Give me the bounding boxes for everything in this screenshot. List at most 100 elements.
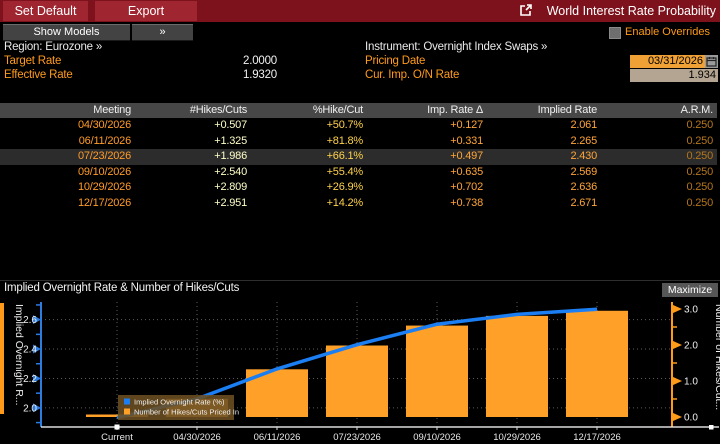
table-cell: 0.250	[686, 165, 713, 178]
effective-rate-value: 1.9320	[243, 69, 277, 81]
right-tick-label: 1.0	[684, 377, 698, 388]
x-tick-label: 04/30/2026	[173, 432, 221, 443]
bar-hikes-cuts	[486, 315, 548, 417]
instrument-selector[interactable]: Instrument: Overnight Index Swaps »	[365, 41, 547, 53]
table-cell: 09/10/2026	[77, 165, 131, 178]
legend-swatch-bar	[124, 408, 130, 415]
panel-divider	[0, 280, 720, 281]
column-header: Implied Rate	[537, 104, 598, 116]
wirp-screen: { "toolbar": { "set_default": "Set Defau…	[0, 0, 720, 444]
toolbar: Set Default Export World Interest Rate P…	[0, 0, 720, 22]
x-tick-label: 07/23/2026	[333, 432, 381, 443]
table-cell: +0.127	[450, 119, 483, 131]
table-cell: 2.430	[570, 150, 597, 162]
table-cell: +50.7%	[326, 119, 364, 131]
table-cell: 12/17/2026	[77, 196, 131, 209]
table-cell: 0.250	[686, 150, 713, 162]
table-cell: +2.809	[214, 181, 247, 193]
show-models-button[interactable]: Show Models	[3, 24, 130, 41]
table-cell: +0.497	[450, 150, 483, 162]
title-bar: World Interest Rate Probability	[519, 0, 716, 22]
table-cell: +0.507	[214, 119, 247, 131]
chart-title: Implied Overnight Rate & Number of Hikes…	[4, 282, 240, 294]
pricing-date-input[interactable]: 03/31/2026	[630, 55, 705, 68]
cur-imp-on-rate-label: Cur. Imp. O/N Rate	[365, 69, 460, 81]
x-tick-label: 09/10/2026	[413, 432, 461, 443]
pricing-date-label: Pricing Date	[365, 55, 426, 67]
right-tick-arrow	[672, 376, 682, 386]
page-title: World Interest Rate Probability	[546, 4, 716, 18]
table-row[interactable]: 07/23/2026 +1.986 +66.1% +0.497 2.430 0.250	[0, 149, 717, 165]
meetings-table: Meeting #Hikes/Cuts %Hike/Cut Imp. Rate Δ Im…	[0, 103, 717, 211]
table-header: Meeting #Hikes/Cuts %Hike/Cut Imp. Rate Δ Im…	[0, 103, 717, 118]
table-cell: 0.250	[686, 119, 713, 131]
table-row[interactable]: 04/30/2026 +0.507 +50.7% +0.127 2.061 0.250	[0, 118, 717, 134]
table-cell: 0.250	[686, 181, 713, 193]
bar-hikes-cuts	[326, 345, 388, 417]
bar-hikes-cuts	[406, 325, 468, 417]
enable-overrides-checkbox[interactable]	[609, 27, 621, 39]
column-header: #Hikes/Cuts	[189, 104, 247, 116]
legend-label-bar: Number of Hikes/Cuts Priced In	[134, 408, 239, 417]
column-header: %Hike/Cut	[312, 104, 363, 116]
right-tick-label: 3.0	[684, 305, 698, 316]
cur-imp-on-rate-field[interactable]: 1.934	[630, 69, 718, 82]
export-button[interactable]: Export	[95, 1, 197, 21]
table-row[interactable]: 09/10/2026 +2.540 +55.4% +0.635 2.569 0.250	[0, 165, 717, 181]
column-header: Imp. Rate Δ	[427, 104, 483, 116]
table-row[interactable]: 06/11/2026 +1.325 +81.8% +0.331 2.265 0.250	[0, 134, 717, 150]
table-cell: +2.540	[214, 165, 247, 178]
maximize-button[interactable]: Maximize	[662, 283, 718, 297]
legend-label-line: Implied Overnight Rate (%)	[134, 398, 225, 407]
axis-end-marker	[709, 425, 714, 430]
chart-plot: 2.02.22.42.60.01.02.03.0Current 04/30/202…	[13, 302, 720, 443]
table-row[interactable]: 10/29/2026 +2.809 +26.9% +0.702 2.636 0.250	[0, 180, 717, 196]
column-header: A.R.M.	[680, 104, 714, 116]
calendar-icon[interactable]	[705, 55, 718, 68]
table-cell: +0.635	[450, 165, 483, 178]
right-tick-arrow	[672, 412, 682, 422]
table-cell: 04/30/2026	[77, 119, 131, 131]
legend-swatch-line	[124, 398, 130, 405]
open-window-icon[interactable]	[519, 2, 533, 24]
table-row[interactable]: 12/17/2026 +2.951 +14.2% +0.738 2.671 0.250	[0, 196, 717, 212]
table-cell: 2.569	[570, 165, 597, 178]
current-marker	[114, 424, 120, 430]
right-tick-label: 2.0	[684, 341, 698, 352]
table-cell: +81.8%	[326, 134, 364, 147]
table-cell: +66.1%	[326, 150, 364, 162]
table-cell: +26.9%	[326, 181, 364, 193]
table-cell: +14.2%	[326, 196, 364, 209]
bar-hikes-cuts	[566, 310, 628, 417]
table-cell: 0.250	[686, 134, 713, 147]
right-axis-title: Number of Hikes/Cut...	[713, 304, 720, 410]
x-tick-label: 10/29/2026	[493, 432, 541, 443]
table-cell: 2.636	[570, 181, 597, 193]
target-rate-value: 2.0000	[243, 55, 277, 67]
table-cell: 07/23/2026	[77, 150, 131, 162]
table-cell: 06/11/2026	[78, 134, 131, 147]
column-header: Meeting	[93, 104, 131, 116]
right-tick-arrow	[672, 340, 682, 350]
expand-models-button[interactable]: »	[132, 24, 193, 41]
table-cell: 10/29/2026	[77, 181, 131, 193]
table-cell: 2.671	[570, 196, 597, 209]
enable-overrides-label: Enable Overrides	[625, 26, 710, 38]
target-rate-label: Target Rate	[4, 55, 62, 67]
table-cell: +0.738	[450, 196, 483, 209]
x-tick-label: 06/11/2026	[254, 432, 301, 443]
x-tick-label: 12/17/2026	[573, 432, 621, 443]
table-cell: 0.250	[686, 196, 713, 209]
left-axis-title: Implied Overnight R...	[13, 304, 25, 406]
table-cell: +1.325	[214, 134, 247, 147]
table-cell: +2.951	[214, 196, 247, 209]
table-cell: +55.4%	[326, 165, 364, 178]
table-cell: 2.265	[570, 134, 597, 147]
region-selector[interactable]: Region: Eurozone »	[4, 41, 102, 53]
table-cell: +0.702	[450, 181, 483, 193]
set-default-button[interactable]: Set Default	[3, 1, 88, 21]
table-cell: +1.986	[214, 150, 247, 162]
x-tick-label: Current	[101, 432, 133, 443]
right-tick-label: 0.0	[684, 413, 698, 424]
table-cell: +0.331	[450, 134, 483, 147]
